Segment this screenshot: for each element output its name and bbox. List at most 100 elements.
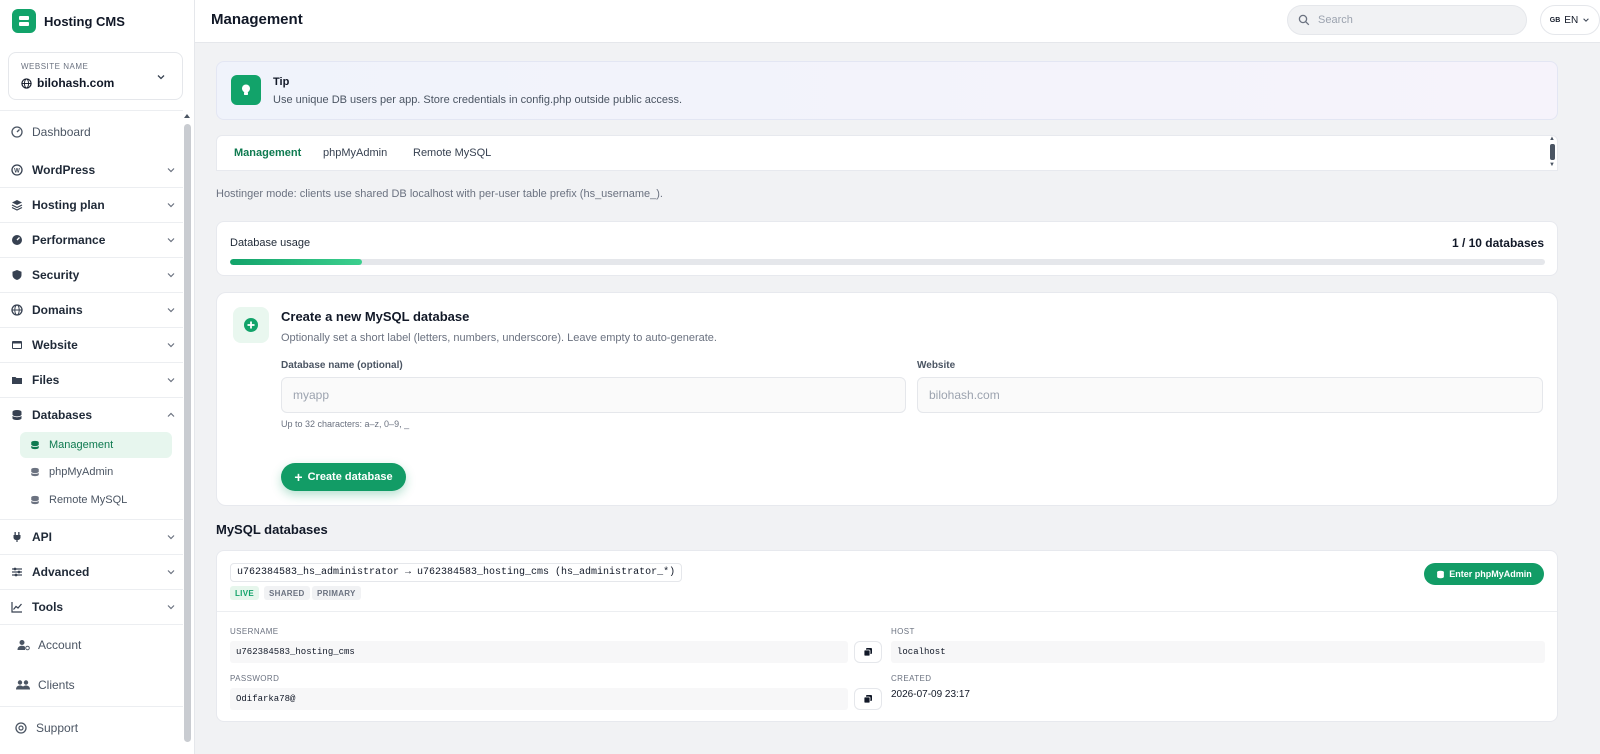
sidebar-item-label: Security [32,268,80,282]
sidebar-item-label: Support [36,721,79,735]
sidebar-item-label: Account [38,638,82,652]
plus-icon: + [294,469,303,485]
sidebar-item-label: Tools [32,600,64,614]
sidebar-item-api[interactable]: API [8,524,176,550]
database-tabs: Management phpMyAdmin Remote MySQL ▲ ▼ [216,135,1558,171]
create-database-button[interactable]: + Create database [281,463,406,491]
top-bar: Management GB EN [195,0,1600,43]
sidebar-item-databases[interactable]: Databases [8,402,176,428]
shield-icon [10,268,24,282]
sidebar-item-label: API [32,530,53,544]
globe-icon [21,77,32,89]
copy-icon [863,648,872,657]
website-input[interactable] [917,377,1543,413]
host-value: localhost [891,641,1545,663]
sidebar-item-label: Domains [32,303,83,317]
copy-password-button[interactable] [854,688,882,710]
gauge-icon [10,233,24,247]
sidebar-divider [0,519,183,520]
sidebar-item-domains[interactable]: Domains [8,297,176,323]
sidebar-divider [0,624,183,625]
database-icon [28,438,42,452]
app-name: Hosting CMS [44,13,125,29]
sidebar-item-label: Databases [32,408,93,422]
sidebar-item-tools[interactable]: Tools [8,594,176,620]
password-value: Odifarka78@ [230,688,848,710]
sidebar-divider [0,589,183,590]
sidebar-divider [0,222,183,223]
sidebar-subitem-phpmyadmin[interactable]: phpMyAdmin [20,459,172,485]
sidebar-item-hosting-plan[interactable]: Hosting plan [8,192,176,218]
database-icon [1437,570,1445,578]
sidebar-divider [0,554,183,555]
password-label: PASSWORD [230,674,280,683]
sidebar-subitem-remote-mysql[interactable]: Remote MySQL [20,487,172,513]
copy-icon [863,695,872,704]
sidebar-divider [0,257,183,258]
database-name-label: Database name (optional) [281,360,403,371]
scroll-down-icon[interactable]: ▼ [1549,162,1555,168]
sidebar-divider [0,706,183,707]
tab-management[interactable]: Management [234,147,301,159]
sidebar-item-account[interactable]: Account [14,632,182,658]
sidebar-item-label: WordPress [32,163,96,177]
server-icon [12,9,36,33]
browser-icon [10,338,24,352]
lightbulb-icon [231,75,261,105]
mode-note: Hostinger mode: clients use shared DB lo… [216,188,663,200]
chevron-down-icon [167,535,175,540]
sidebar-item-clients[interactable]: Clients [14,672,182,698]
sidebar-item-performance[interactable]: Performance [8,227,176,253]
tabs-scrollbar[interactable] [1550,144,1555,160]
sidebar-item-security[interactable]: Security [8,262,176,288]
create-subtitle: Optionally set a short label (letters, n… [281,332,717,344]
sidebar-item-support[interactable]: Support [12,715,180,741]
sidebar-scrollbar[interactable] [184,124,191,742]
chevron-down-icon [167,343,175,348]
copy-username-button[interactable] [854,641,882,663]
sidebar-item-files[interactable]: Files [8,367,176,393]
sidebar-divider [0,397,183,398]
tab-phpmyadmin[interactable]: phpMyAdmin [323,147,387,159]
sidebar-item-label: Website [32,338,78,352]
sidebar-subitem-label: Management [49,439,114,451]
sidebar-item-label: Hosting plan [32,198,105,212]
brand[interactable]: Hosting CMS [12,8,125,34]
users-icon [16,678,30,692]
plug-icon [10,530,24,544]
language-selector[interactable]: GB EN [1540,5,1600,35]
chevron-up-icon [167,412,175,417]
search-box[interactable] [1287,5,1527,35]
chevron-down-icon [167,168,175,173]
sidebar-item-dashboard[interactable]: Dashboard [8,119,176,145]
sidebar-divider [0,292,183,293]
sidebar-item-advanced[interactable]: Advanced [8,559,176,585]
search-input[interactable] [1318,14,1508,26]
sidebar-item-wordpress[interactable]: W WordPress [8,157,176,183]
website-selector[interactable]: WEBSITE NAME bilohash.com [8,52,183,100]
sidebar: Hosting CMS WEBSITE NAME bilohash.com Da… [0,0,195,754]
website-selector-label: WEBSITE NAME [21,62,89,71]
scroll-up-icon[interactable]: ▲ [1549,136,1555,142]
sidebar-item-website[interactable]: Website [8,332,176,358]
enter-phpmyadmin-button[interactable]: Enter phpMyAdmin [1424,563,1544,585]
tip-banner: Tip Use unique DB users per app. Store c… [216,61,1558,120]
chevron-down-icon [167,378,175,383]
database-name-input[interactable] [281,377,906,413]
primary-badge: PRIMARY [312,586,361,600]
chevron-down-icon [167,570,175,575]
sidebar-subitem-management[interactable]: Management [20,432,172,458]
plus-circle-icon [233,307,269,343]
sidebar-item-label: Advanced [32,565,90,579]
search-icon [1298,14,1310,26]
usage-progress-track [230,259,1545,265]
sliders-icon [10,565,24,579]
host-label: HOST [891,627,915,636]
tip-title: Tip [273,76,290,88]
website-selector-value-row: bilohash.com [21,76,114,90]
sidebar-divider [0,327,183,328]
scroll-up-icon[interactable] [182,112,192,120]
username-value: u762384583_hosting_cms [230,641,848,663]
tab-remote-mysql[interactable]: Remote MySQL [413,147,491,159]
user-gear-icon [16,638,30,652]
